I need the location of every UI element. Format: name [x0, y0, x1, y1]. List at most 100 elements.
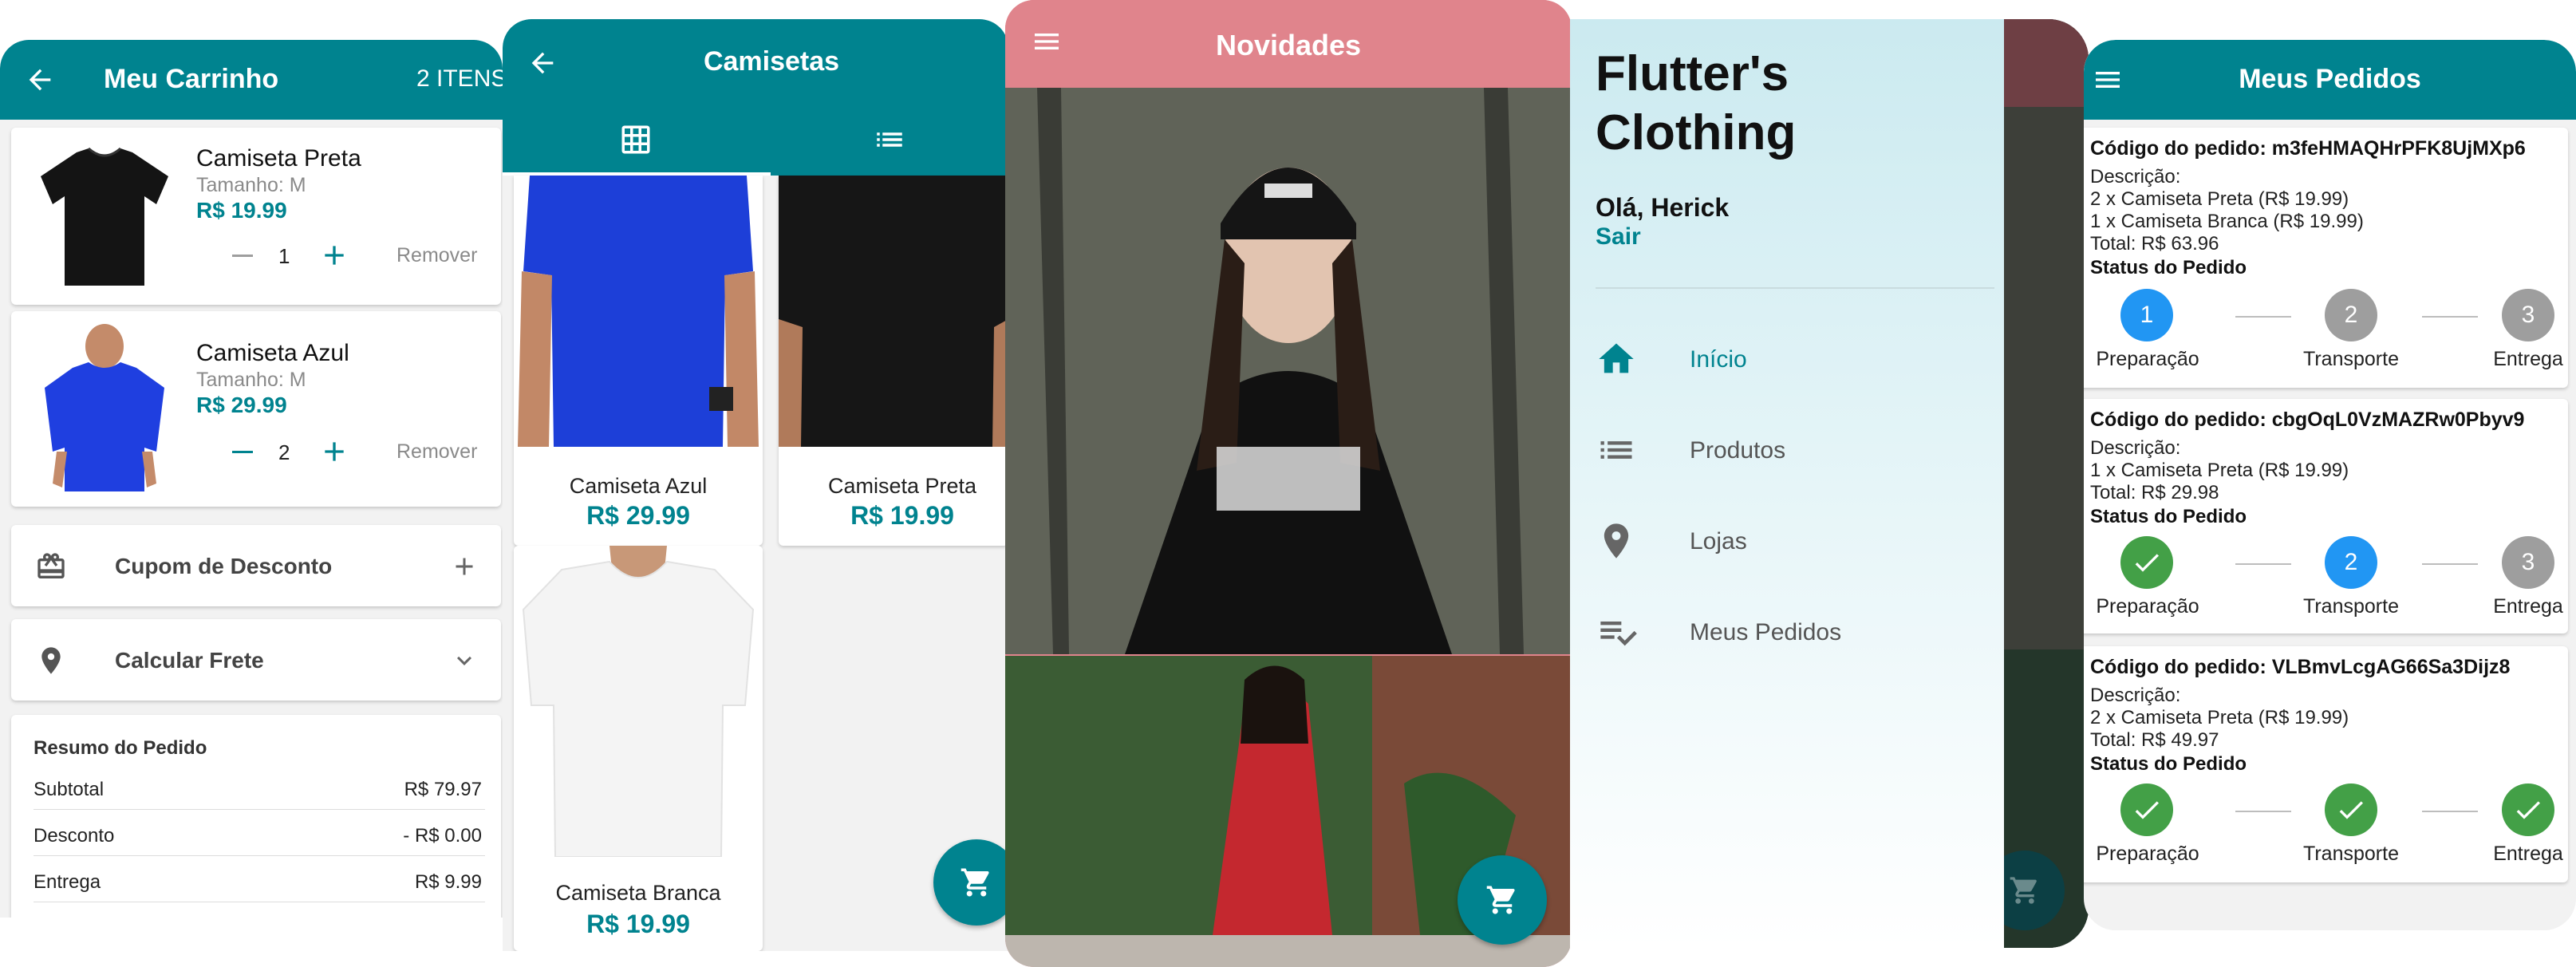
step-preparacao-badge: 1 — [2120, 289, 2173, 341]
logout-link[interactable]: Sair — [1596, 223, 1641, 251]
product-name: Camiseta Azul — [569, 474, 708, 498]
step-entrega-badge: 3 — [2502, 536, 2554, 589]
shipping-label: Calcular Frete — [115, 648, 264, 673]
step-transporte-badge: 2 — [2325, 289, 2377, 341]
backdrop-header — [2001, 19, 2089, 107]
discount-value: - R$ 0.00 — [403, 825, 482, 847]
step-connector — [2422, 316, 2478, 318]
product-name: Camiseta Preta — [827, 474, 977, 498]
order-total: Total: R$ 63.96 — [2090, 233, 2219, 255]
decrement-button[interactable] — [227, 436, 258, 468]
order-code: Código do pedido: cbgOqL0VzMAZRw0Pbyv9 — [2090, 409, 2525, 431]
drawer-item-label: Meus Pedidos — [1690, 619, 1842, 645]
summary-title: Resumo do Pedido — [34, 737, 207, 759]
cart-item-size: Tamanho: M — [196, 174, 306, 196]
decrement-button[interactable] — [227, 239, 258, 271]
step-preparacao-badge — [2120, 536, 2173, 589]
shopping-cart-icon — [1486, 886, 1515, 914]
order-line: 1 x Camiseta Preta (R$ 19.99) — [2090, 460, 2349, 481]
orders-screen: Meus Pedidos Código do pedido: m3feHMAQH… — [2084, 40, 2576, 930]
remove-button[interactable]: Remover — [396, 244, 477, 267]
plus-icon — [325, 442, 344, 461]
shipping-tile[interactable]: Calcular Frete — [11, 619, 501, 701]
back-arrow-icon[interactable] — [24, 64, 56, 96]
product-price: R$ 19.99 — [850, 501, 954, 530]
cart-item-name: Camiseta Preta — [196, 145, 361, 172]
list-icon — [877, 132, 902, 147]
product-card[interactable]: Camiseta Azul R$ 29.99 — [514, 176, 763, 546]
tab-list[interactable] — [771, 107, 1008, 176]
drawer-item-meus-pedidos[interactable]: Meus Pedidos — [1570, 589, 2004, 669]
step-label: Transporte — [2303, 595, 2399, 618]
plus-icon — [325, 246, 344, 265]
featured-photo-beanie-model[interactable] — [1005, 88, 1572, 654]
coupon-tile[interactable]: Cupom de Desconto — [11, 525, 501, 606]
step-connector — [2235, 811, 2291, 812]
product-card[interactable]: Camiseta Preta R$ 19.99 — [779, 176, 1008, 546]
step-label: Entrega — [2493, 843, 2563, 865]
cart-item-price: R$ 19.99 — [196, 198, 287, 223]
cart-title: Meu Carrinho — [104, 64, 279, 94]
greeting: Olá, Herick — [1596, 193, 1730, 222]
step-transporte-badge: 2 — [2325, 536, 2377, 589]
order-status-label: Status do Pedido — [2090, 753, 2247, 775]
subtotal-label: Subtotal — [34, 779, 105, 800]
category-title: Camisetas — [703, 46, 840, 77]
coupon-icon — [37, 553, 65, 578]
increment-button[interactable] — [318, 239, 350, 271]
order-summary: Resumo do Pedido Subtotal R$ 79.97 Desco… — [11, 715, 501, 918]
increment-button[interactable] — [318, 436, 350, 468]
step-connector — [2235, 563, 2291, 565]
cart-item: Camiseta Azul Tamanho: M R$ 29.99 2 Remo… — [11, 311, 501, 507]
playlist-check-icon — [1600, 622, 1637, 646]
drawer-divider — [1596, 287, 1994, 289]
cart-fab[interactable] — [933, 839, 1008, 926]
blue-tshirt-image — [29, 324, 180, 495]
cart-fab[interactable] — [1458, 855, 1547, 945]
cart-item-name: Camiseta Azul — [196, 340, 349, 366]
order-description-label: Descrição: — [2090, 437, 2181, 459]
order-total: Total: R$ 49.97 — [2090, 729, 2219, 751]
cart-item-price: R$ 29.99 — [196, 393, 287, 417]
chevron-down-icon — [457, 656, 471, 665]
product-price: R$ 29.99 — [586, 501, 690, 530]
delivery-value: R$ 9.99 — [414, 871, 482, 893]
shopping-cart-icon — [961, 868, 989, 897]
location-pin-icon — [1604, 523, 1629, 558]
drawer-item-label: Lojas — [1690, 528, 1747, 555]
cart-item-size: Tamanho: M — [196, 369, 306, 391]
cart-item: Camiseta Preta Tamanho: M R$ 19.99 1 Rem… — [11, 128, 501, 305]
orders-title: Meus Pedidos — [2239, 64, 2421, 94]
location-pin-icon — [41, 647, 61, 674]
drawer-item-produtos[interactable]: Produtos — [1570, 407, 2004, 487]
step-label: Entrega — [2493, 348, 2563, 370]
order-line: 1 x Camiseta Branca (R$ 19.99) — [2090, 211, 2364, 232]
remove-button[interactable]: Remover — [396, 440, 477, 464]
minus-icon — [232, 254, 253, 257]
drawer-item-lojas[interactable]: Lojas — [1570, 498, 2004, 578]
order-code: Código do pedido: m3feHMAQHrPFK8UjMXp6 — [2090, 137, 2526, 160]
delivery-label: Entrega — [34, 871, 101, 893]
order-card: Código do pedido: cbgOqL0VzMAZRw0Pbyv9 D… — [2084, 399, 2568, 633]
category-app-bar: Camisetas — [503, 19, 1008, 176]
list-icon — [1600, 441, 1632, 459]
coupon-label: Cupom de Desconto — [115, 554, 333, 578]
step-entrega-badge — [2502, 783, 2554, 836]
drawer-item-inicio[interactable]: Início — [1570, 316, 2004, 396]
home-icon — [1599, 343, 1634, 373]
drawer-item-label: Início — [1690, 346, 1747, 373]
orders-app-bar: Meus Pedidos — [2084, 40, 2576, 120]
step-label: Preparação — [2096, 843, 2199, 865]
step-label: Preparação — [2096, 348, 2199, 370]
quantity-value: 2 — [278, 440, 290, 464]
black-tshirt-image — [779, 176, 1008, 447]
minus-icon — [232, 450, 253, 453]
home-title: Novidades — [1215, 29, 1362, 61]
order-description-label: Descrição: — [2090, 166, 2181, 187]
tab-grid[interactable] — [503, 107, 771, 176]
drawer-backdrop[interactable] — [1985, 19, 2089, 948]
product-price: R$ 19.99 — [586, 910, 690, 938]
divider — [34, 855, 485, 856]
product-card[interactable]: Camiseta Branca R$ 19.99 — [514, 546, 763, 951]
divider — [34, 809, 485, 810]
